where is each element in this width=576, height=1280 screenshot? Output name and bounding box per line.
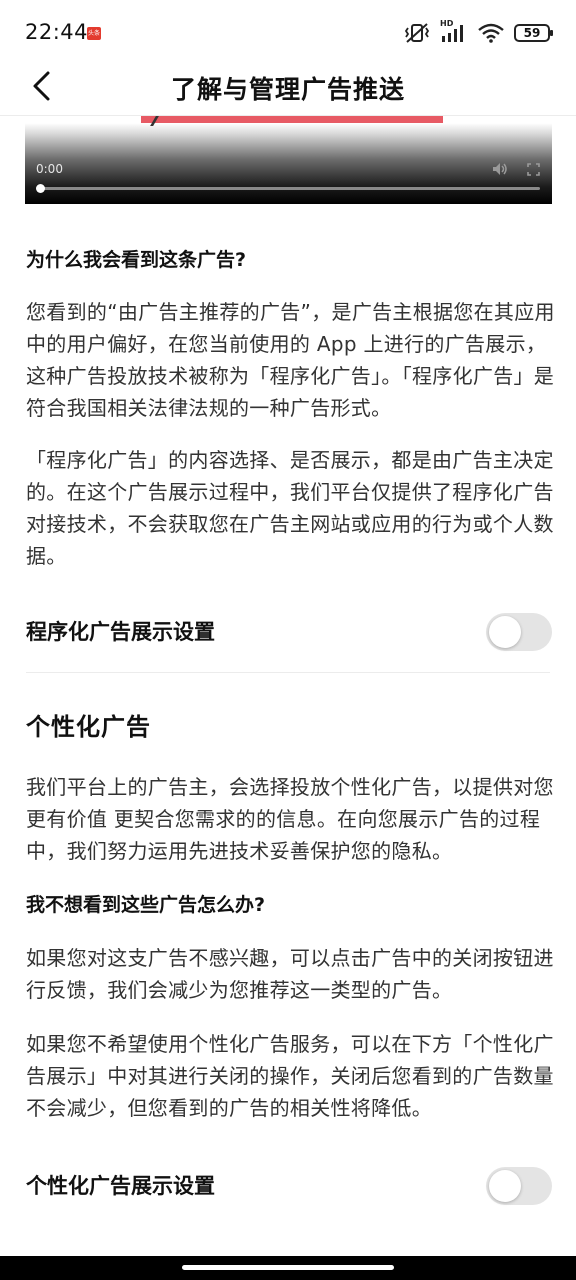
video-current-time: 0:00 — [36, 162, 63, 176]
vibrate-off-icon — [404, 23, 430, 43]
video-progress-track[interactable] — [40, 187, 540, 190]
video-frame-banner — [141, 116, 443, 123]
personalized-ad-toggle[interactable] — [486, 1167, 552, 1205]
programmatic-ad-toggle[interactable] — [486, 613, 552, 651]
personalized-paragraph: 我们平台上的广告主，会选择投放个性化广告，以提供对您更有价值 更契合您需求的的信… — [26, 775, 554, 863]
home-indicator[interactable] — [182, 1265, 394, 1270]
why-paragraph-2: 「程序化广告」的内容选择、是否展示，都是由广告主决定的。在这个广告展示过程中，我… — [26, 448, 554, 568]
navigation-bar: 了解与管理广告推送 — [0, 64, 576, 116]
status-time: 22:44 — [25, 20, 89, 44]
personalized-ad-setting-row: 个性化广告展示设置 — [0, 1156, 576, 1216]
opt-out-paragraph-2: 如果您不希望使用个性化广告服务，可以在下方「个性化广告展示」中对其进行关闭的操作… — [26, 1032, 554, 1120]
programmatic-ad-setting-row: 程序化广告展示设置 — [0, 602, 576, 662]
app-notification-icon: 头条 — [87, 27, 101, 40]
volume-icon[interactable] — [492, 162, 508, 176]
status-icons: HD 59 — [404, 19, 553, 45]
status-bar: 22:44 头条 HD 59 — [0, 0, 576, 64]
toggle-knob — [489, 1170, 521, 1202]
section-divider — [26, 672, 550, 673]
personalized-heading: 个性化广告 — [26, 713, 151, 741]
opt-out-paragraph-1: 如果您对这支广告不感兴趣，可以点击广告中的关闭按钮进行反馈，我们会减少为您推荐这… — [26, 946, 554, 1002]
programmatic-ad-setting-label: 程序化广告展示设置 — [26, 620, 215, 644]
fullscreen-icon[interactable] — [527, 163, 540, 176]
opt-out-heading: 我不想看到这些广告怎么办? — [26, 894, 266, 916]
gesture-bar — [0, 1256, 576, 1280]
personalized-ad-setting-label: 个性化广告展示设置 — [26, 1174, 215, 1198]
video-player[interactable]: 0:00 — [25, 116, 552, 204]
why-heading: 为什么我会看到这条广告? — [26, 249, 247, 271]
battery-icon: 59 — [514, 24, 553, 42]
page-title: 了解与管理广告推送 — [170, 75, 405, 104]
signal-hd-icon: HD — [440, 19, 468, 44]
video-progress-thumb[interactable] — [36, 184, 45, 193]
wifi-icon — [478, 23, 504, 43]
why-paragraph-1: 您看到的“由广告主推荐的广告”，是广告主根据您在其应用中的用户偏好，在您当前使用… — [26, 300, 555, 420]
toggle-knob — [489, 616, 521, 648]
